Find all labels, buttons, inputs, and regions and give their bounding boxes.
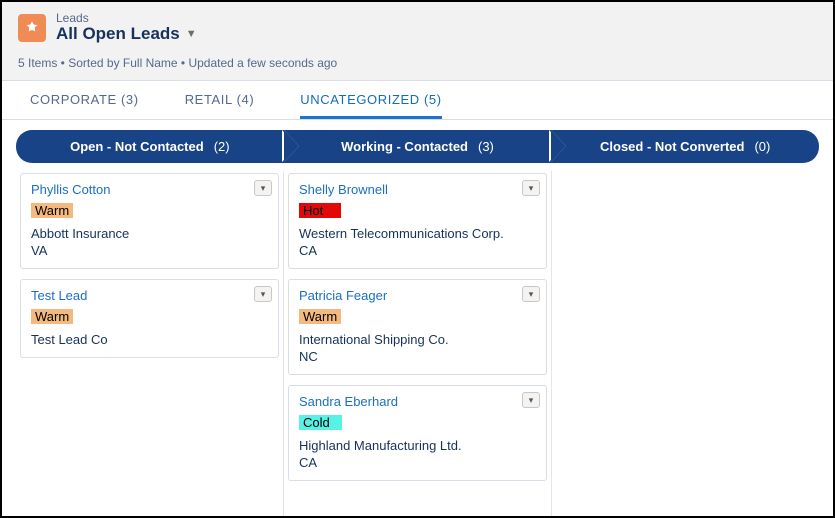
kanban-card[interactable]: ▾ Patricia Feager Warm International Shippi… bbox=[288, 279, 547, 375]
tab-1[interactable]: RETAIL (4) bbox=[185, 81, 255, 119]
page-header: Leads All Open Leads ▼ bbox=[2, 2, 833, 44]
lead-name-link[interactable]: Test Lead bbox=[31, 288, 87, 303]
kanban-card[interactable]: ▾ Sandra Eberhard Cold Highland Manufacturi… bbox=[288, 385, 547, 481]
state-line: CA bbox=[299, 243, 536, 258]
tab-0[interactable]: CORPORATE (3) bbox=[30, 81, 139, 119]
stage-label: Closed - Not Converted bbox=[600, 139, 744, 154]
header-top: Leads All Open Leads ▼ bbox=[18, 12, 817, 44]
kanban-column-2 bbox=[551, 171, 819, 516]
kanban-column-1: ▾ Shelly Brownell Hot Western Telecommunica… bbox=[283, 171, 551, 516]
stage-label: Open - Not Contacted bbox=[70, 139, 204, 154]
card-menu-button[interactable]: ▾ bbox=[522, 180, 540, 196]
stage-count: (0) bbox=[754, 139, 770, 154]
state-line: VA bbox=[31, 243, 268, 258]
title-block: Leads All Open Leads ▼ bbox=[56, 12, 197, 44]
card-menu-button[interactable]: ▾ bbox=[254, 286, 272, 302]
company-line: Highland Manufacturing Ltd. bbox=[299, 438, 536, 453]
list-view-picker[interactable]: All Open Leads ▼ bbox=[56, 24, 197, 44]
company-line: Test Lead Co bbox=[31, 332, 268, 347]
stage-count: (3) bbox=[478, 139, 494, 154]
kanban-card[interactable]: ▾ Shelly Brownell Hot Western Telecommunica… bbox=[288, 173, 547, 269]
lead-name-link[interactable]: Sandra Eberhard bbox=[299, 394, 398, 409]
stage-1[interactable]: Working - Contacted (3) bbox=[284, 130, 552, 163]
state-line: NC bbox=[299, 349, 536, 364]
rating-badge: Warm bbox=[31, 203, 73, 218]
state-line: CA bbox=[299, 455, 536, 470]
category-tabs: CORPORATE (3) RETAIL (4) UNCATEGORIZED (5) bbox=[2, 80, 833, 120]
lead-name-link[interactable]: Phyllis Cotton bbox=[31, 182, 110, 197]
caret-down-icon: ▼ bbox=[186, 28, 197, 40]
stage-count: (2) bbox=[214, 139, 230, 154]
stage-label: Working - Contacted bbox=[341, 139, 468, 154]
company-line: Abbott Insurance bbox=[31, 226, 268, 241]
stage-2[interactable]: Closed - Not Converted (0) bbox=[551, 130, 819, 163]
lead-name-link[interactable]: Shelly Brownell bbox=[299, 182, 388, 197]
lead-object-icon bbox=[18, 14, 46, 42]
object-label: Leads bbox=[56, 12, 197, 24]
kanban-column-0: ▾ Phyllis Cotton Warm Abbott Insurance VA ▾ Te… bbox=[16, 171, 283, 516]
rating-badge: Hot bbox=[299, 203, 341, 218]
stage-0[interactable]: Open - Not Contacted (2) bbox=[16, 130, 284, 163]
rating-badge: Warm bbox=[299, 309, 341, 324]
rating-badge: Cold bbox=[299, 415, 342, 430]
company-line: International Shipping Co. bbox=[299, 332, 536, 347]
view-title: All Open Leads bbox=[56, 24, 180, 44]
kanban-stage-header: Open - Not Contacted (2) Working - Contact… bbox=[2, 120, 833, 171]
kanban-card[interactable]: ▾ Test Lead Warm Test Lead Co bbox=[20, 279, 279, 358]
list-view-status: 5 Items • Sorted by Full Name • Updated … bbox=[2, 44, 833, 80]
lead-name-link[interactable]: Patricia Feager bbox=[299, 288, 387, 303]
card-menu-button[interactable]: ▾ bbox=[254, 180, 272, 196]
tab-2[interactable]: UNCATEGORIZED (5) bbox=[300, 81, 441, 119]
company-line: Western Telecommunications Corp. bbox=[299, 226, 536, 241]
card-menu-button[interactable]: ▾ bbox=[522, 392, 540, 408]
card-menu-button[interactable]: ▾ bbox=[522, 286, 540, 302]
rating-badge: Warm bbox=[31, 309, 73, 324]
kanban-board: ▾ Phyllis Cotton Warm Abbott Insurance VA ▾ Te… bbox=[2, 171, 833, 516]
kanban-card[interactable]: ▾ Phyllis Cotton Warm Abbott Insurance VA bbox=[20, 173, 279, 269]
